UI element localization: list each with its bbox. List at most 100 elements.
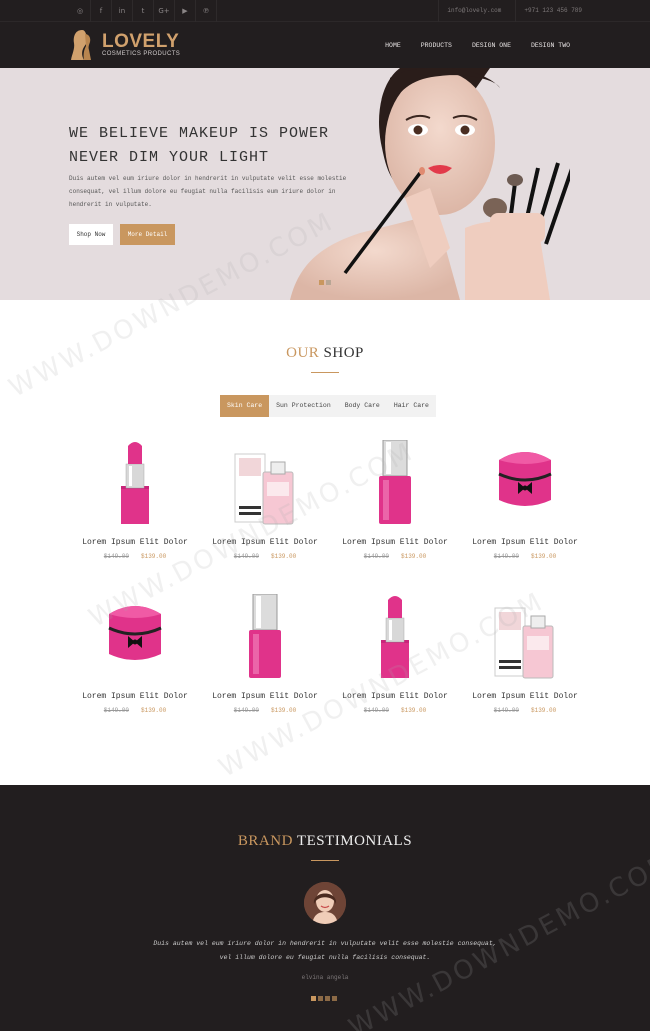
email-link[interactable]: info@lovely.com bbox=[438, 0, 501, 22]
product-price: $139.00 bbox=[531, 553, 557, 560]
product-price: $139.00 bbox=[271, 553, 297, 560]
product-old-price: $149.00 bbox=[103, 707, 129, 714]
product-prices: $149.00 $139.00 bbox=[200, 553, 330, 560]
product-image[interactable] bbox=[225, 593, 305, 680]
hero-banner: WE BELIEVE MAKEUP IS POWER NEVER DIM YOU… bbox=[0, 68, 650, 300]
product-prices: $149.00 $139.00 bbox=[70, 707, 200, 714]
product-name[interactable]: Lorem Ipsum Elit Dolor bbox=[70, 692, 200, 701]
top-bar: ◎ f in t G+ ▶ ℗ info@lovely.com +971 123… bbox=[0, 0, 650, 22]
nav-products[interactable]: PRODUCTS bbox=[411, 42, 462, 49]
product-card[interactable]: Lorem Ipsum Elit Dolor $149.00 $139.00 bbox=[330, 594, 460, 744]
product-old-price: $149.00 bbox=[233, 707, 259, 714]
slider-dot[interactable] bbox=[326, 280, 331, 285]
product-image[interactable] bbox=[485, 440, 565, 526]
tab-sun-protection[interactable]: Sun Protection bbox=[269, 395, 338, 417]
product-old-price: $149.00 bbox=[363, 707, 389, 714]
slider-dot[interactable] bbox=[318, 996, 323, 1001]
logo-title: LOVELY bbox=[102, 31, 180, 52]
product-price: $139.00 bbox=[531, 707, 557, 714]
product-name[interactable]: Lorem Ipsum Elit Dolor bbox=[460, 692, 590, 701]
testimonials-title-accent: BRAND bbox=[237, 833, 293, 849]
pinterest-icon[interactable]: ℗ bbox=[196, 0, 217, 22]
shop-category-tabs: Skin Care Sun Protection Body Care Hair … bbox=[220, 395, 436, 417]
product-prices: $149.00 $139.00 bbox=[460, 553, 590, 560]
product-name[interactable]: Lorem Ipsum Elit Dolor bbox=[200, 692, 330, 701]
slider-dot[interactable] bbox=[325, 996, 330, 1001]
slider-dot[interactable] bbox=[311, 996, 316, 1001]
product-prices: $149.00 $139.00 bbox=[330, 553, 460, 560]
product-price: $139.00 bbox=[401, 553, 427, 560]
product-card[interactable]: Lorem Ipsum Elit Dolor $149.00 $139.00 bbox=[460, 594, 590, 744]
product-name[interactable]: Lorem Ipsum Elit Dolor bbox=[330, 538, 460, 547]
nav-design-one[interactable]: DESIGN ONE bbox=[462, 42, 521, 49]
product-prices: $149.00 $139.00 bbox=[460, 707, 590, 714]
tab-skin-care[interactable]: Skin Care bbox=[220, 395, 270, 417]
avatar bbox=[304, 882, 346, 924]
product-image[interactable] bbox=[95, 440, 175, 526]
logo-subtitle: COSMETICS PRODUCTS bbox=[102, 51, 181, 57]
product-old-price: $149.00 bbox=[363, 553, 389, 560]
testimonial-author: elvina angela bbox=[301, 974, 349, 981]
product-image[interactable] bbox=[355, 594, 435, 680]
youtube-icon[interactable]: ▶ bbox=[175, 0, 196, 22]
product-prices: $149.00 $139.00 bbox=[330, 707, 460, 714]
hero-description: Duis autem vel eum iriure dolor in hendr… bbox=[69, 175, 347, 208]
testimonials-title: BRAND TESTIMONIALS bbox=[0, 833, 650, 850]
shop-title-accent: OUR bbox=[286, 345, 320, 361]
tab-body-care[interactable]: Body Care bbox=[338, 395, 387, 417]
hero-title: WE BELIEVE MAKEUP IS POWER NEVER DIM YOU… bbox=[69, 125, 330, 166]
shop-title-underline bbox=[311, 372, 339, 373]
product-price: $139.00 bbox=[401, 707, 427, 714]
testimonial-quote: Duis autem vel eum iriure dolor in hendr… bbox=[153, 940, 497, 961]
product-image[interactable] bbox=[355, 439, 435, 526]
product-name[interactable]: Lorem Ipsum Elit Dolor bbox=[70, 538, 200, 547]
product-name[interactable]: Lorem Ipsum Elit Dolor bbox=[460, 538, 590, 547]
main-nav: HOME PRODUCTS DESIGN ONE DESIGN TWO bbox=[375, 22, 580, 68]
slider-dot[interactable] bbox=[319, 280, 324, 285]
product-card[interactable]: Lorem Ipsum Elit Dolor $149.00 $139.00 bbox=[460, 440, 590, 590]
product-image[interactable] bbox=[485, 594, 565, 680]
product-card[interactable]: Lorem Ipsum Elit Dolor $149.00 $139.00 bbox=[200, 440, 330, 590]
testimonials-title-main: TESTIMONIALS bbox=[296, 833, 413, 849]
facebook-icon[interactable]: f bbox=[91, 0, 112, 22]
product-prices: $149.00 $139.00 bbox=[200, 707, 330, 714]
product-image[interactable] bbox=[225, 440, 305, 526]
logo[interactable]: LOVELY COSMETICS PRODUCTS bbox=[70, 27, 180, 63]
shop-now-button[interactable]: Shop Now bbox=[69, 224, 113, 245]
product-price: $139.00 bbox=[271, 707, 297, 714]
social-links: ◎ f in t G+ ▶ ℗ bbox=[70, 0, 217, 22]
product-old-price: $149.00 bbox=[493, 553, 519, 560]
product-old-price: $149.00 bbox=[493, 707, 519, 714]
twitter-icon[interactable]: t bbox=[133, 0, 154, 22]
logo-woman-icon bbox=[70, 28, 98, 62]
testimonial-slider-dots bbox=[311, 996, 337, 1001]
slider-dot[interactable] bbox=[332, 996, 337, 1001]
testimonials-title-underline bbox=[311, 860, 339, 861]
product-card[interactable]: Lorem Ipsum Elit Dolor $149.00 $139.00 bbox=[70, 440, 200, 590]
product-card[interactable]: Lorem Ipsum Elit Dolor $149.00 $139.00 bbox=[70, 594, 200, 744]
phone-text: +971 123 456 789 bbox=[515, 0, 582, 22]
google-plus-icon[interactable]: G+ bbox=[154, 0, 175, 22]
product-name[interactable]: Lorem Ipsum Elit Dolor bbox=[200, 538, 330, 547]
product-prices: $149.00 $139.00 bbox=[70, 553, 200, 560]
nav-design-two[interactable]: DESIGN TWO bbox=[521, 42, 580, 49]
more-detail-button[interactable]: More Detail bbox=[120, 224, 175, 245]
product-price: $139.00 bbox=[141, 707, 167, 714]
main-header: LOVELY COSMETICS PRODUCTS HOME PRODUCTS … bbox=[0, 22, 650, 68]
product-old-price: $149.00 bbox=[233, 553, 259, 560]
product-old-price: $149.00 bbox=[103, 553, 129, 560]
shop-title-main: SHOP bbox=[323, 345, 364, 361]
linkedin-icon[interactable]: in bbox=[112, 0, 133, 22]
contact-info: info@lovely.com +971 123 456 789 bbox=[438, 0, 582, 22]
product-card[interactable]: Lorem Ipsum Elit Dolor $149.00 $139.00 bbox=[330, 439, 460, 590]
tab-hair-care[interactable]: Hair Care bbox=[387, 395, 436, 417]
shop-title: OUR SHOP bbox=[0, 345, 650, 362]
product-image[interactable] bbox=[95, 594, 175, 680]
product-price: $139.00 bbox=[141, 553, 167, 560]
hero-slider-dots bbox=[319, 280, 331, 285]
nav-home[interactable]: HOME bbox=[375, 42, 411, 49]
product-name[interactable]: Lorem Ipsum Elit Dolor bbox=[330, 692, 460, 701]
instagram-icon[interactable]: ◎ bbox=[70, 0, 91, 22]
product-card[interactable]: Lorem Ipsum Elit Dolor $149.00 $139.00 bbox=[200, 593, 330, 744]
testimonials-section: BRAND TESTIMONIALS Duis autem vel eum ir… bbox=[0, 785, 650, 1031]
